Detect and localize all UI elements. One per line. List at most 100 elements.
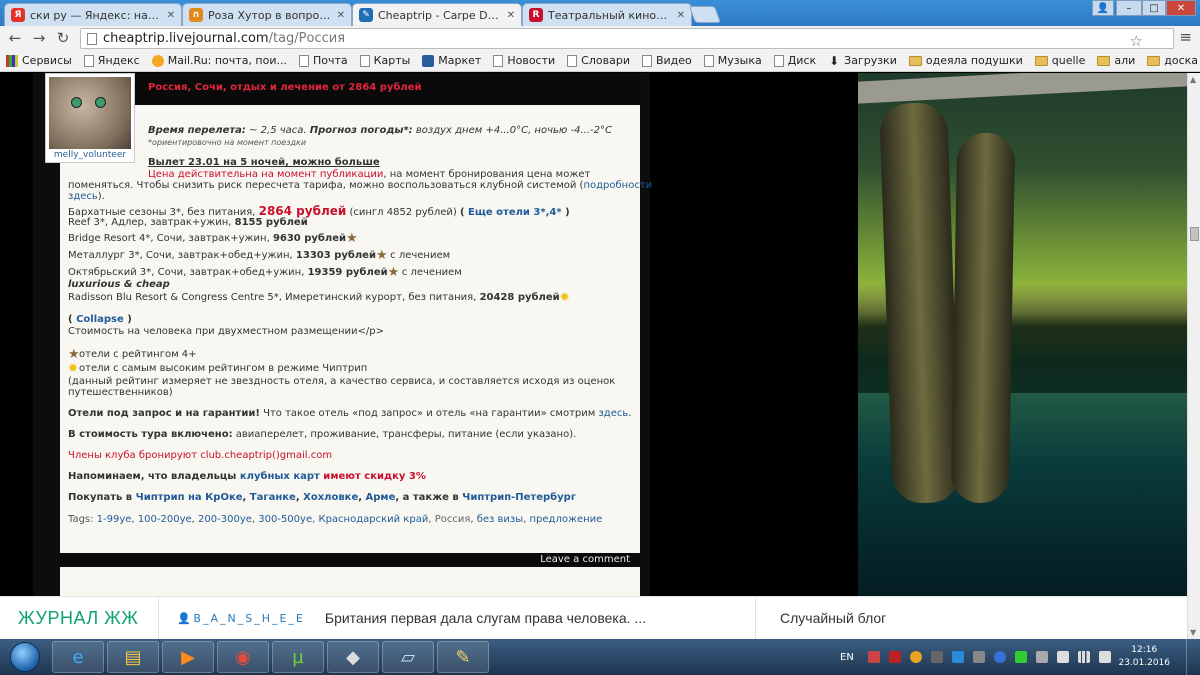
tag-link[interactable]: 1-99уе (97, 514, 132, 525)
office-spb-link[interactable]: Чиптрип-Петербург (462, 492, 576, 503)
office-kroc-link[interactable]: Чиптрип на КрОке (136, 492, 243, 503)
close-window-button[interactable]: ✕ (1166, 0, 1196, 16)
bluetooth-icon[interactable] (993, 651, 1006, 663)
tag-link[interactable]: предложение (530, 514, 603, 525)
maximize-button[interactable]: □ (1142, 0, 1166, 16)
tray-app-icon[interactable] (930, 651, 943, 663)
close-tab-icon[interactable]: ✕ (677, 10, 685, 21)
price-note-text: поменяться. Чтобы снизить риск пересчета… (68, 180, 584, 191)
bookmark-yandex[interactable]: Яндекс (83, 54, 140, 67)
leave-comment-link[interactable]: Leave a comment (540, 554, 630, 565)
details-link[interactable]: подробности (583, 180, 652, 191)
clock[interactable]: 12:16 23.01.2016 (1118, 644, 1170, 670)
more-hotels-link[interactable]: Еще отели 3*,4* (468, 207, 562, 218)
tag-link[interactable]: 300-500уе (258, 514, 312, 525)
back-button[interactable]: ← (3, 29, 27, 47)
buy-line: Покупать в Чиптрип на КрОке, Таганке, Хо… (68, 492, 576, 503)
avatar-username[interactable]: melly_volunteer (49, 150, 131, 160)
bookmark-video[interactable]: Видео (641, 54, 692, 67)
office-khokhlovka-link[interactable]: Хохловке (303, 492, 358, 503)
bookmark-music[interactable]: Музыка (703, 54, 762, 67)
price-note-line-2: поменяться. Чтобы снизить риск пересчета… (68, 180, 652, 191)
post-title[interactable]: Россия, Сочи, отдых и лечение от 2864 ру… (148, 82, 422, 93)
paint-icon[interactable]: ✎ (437, 641, 489, 673)
tray-app-icon[interactable] (867, 651, 880, 663)
close-tab-icon[interactable]: ✕ (337, 10, 345, 21)
bookmark-folder-blankets[interactable]: одеяла подушки (908, 54, 1023, 67)
new-tab-button[interactable] (688, 6, 722, 23)
guarantee-line: Отели под запрос и на гарантии! Что тако… (68, 408, 631, 419)
page-scrollbar[interactable]: ▲ ▼ (1187, 73, 1200, 639)
lj-user-link[interactable]: 👤 B_A_N_S_H_E_E (177, 612, 304, 626)
tag-link[interactable]: Краснодарский край (318, 514, 428, 525)
scroll-up-icon[interactable]: ▲ (1190, 75, 1196, 84)
bookmark-folder-ali[interactable]: али (1097, 54, 1135, 67)
media-icon[interactable]: ▶ (162, 641, 214, 673)
collapse-link[interactable]: Collapse (76, 314, 124, 325)
minimize-button[interactable]: – (1116, 0, 1142, 16)
network-icon[interactable] (1077, 651, 1090, 663)
notepad-icon[interactable]: ▱ (382, 641, 434, 673)
bookmark-label: Карты (373, 54, 411, 67)
forward-button[interactable]: → (27, 29, 51, 47)
tray-app-icon[interactable] (951, 651, 964, 663)
profile-button[interactable]: 👤 (1092, 0, 1114, 16)
close-tab-icon[interactable]: ✕ (167, 10, 175, 21)
scroll-down-icon[interactable]: ▼ (1190, 628, 1196, 637)
tab-roza-khutor[interactable]: ∩ Роза Хутор в вопросах и ✕ (182, 3, 352, 26)
address-bar[interactable]: cheaptrip.livejournal.com/tag/Россия ☆ (80, 28, 1174, 50)
bookmark-maps[interactable]: Карты (359, 54, 411, 67)
tray-app-icon[interactable] (972, 651, 985, 663)
club-cards-link[interactable]: клубных карт (240, 471, 320, 482)
office-taganka-link[interactable]: Таганке (250, 492, 296, 503)
lj-logo[interactable]: ЖУРНАЛ ЖЖ (18, 608, 138, 629)
show-desktop-button[interactable] (1186, 639, 1200, 675)
tags-label: Tags: (68, 514, 97, 525)
tab-yandex[interactable]: Я ски ру — Яндекс: нашлось ✕ (4, 3, 182, 26)
legend-text: отели с самым высоким рейтингом в режиме… (79, 363, 368, 374)
acrobat-icon[interactable] (888, 651, 901, 663)
guarantee-link[interactable]: здесь (598, 408, 628, 419)
close-tab-icon[interactable]: ✕ (507, 10, 515, 21)
bookmark-folder-board[interactable]: доска (1147, 54, 1198, 67)
bookmark-mailru[interactable]: Mail.Ru: почта, пои... (151, 54, 287, 67)
tab-theatre[interactable]: R Театральный киносезон ✕ (522, 3, 692, 26)
tag-link[interactable]: 100-200уе (138, 514, 192, 525)
reload-button[interactable]: ↻ (51, 29, 75, 47)
random-blog-link[interactable]: Случайный блог (780, 610, 886, 626)
volume-icon[interactable] (1098, 651, 1111, 663)
tray-app-icon[interactable] (1035, 651, 1048, 663)
bookmark-news[interactable]: Новости (493, 54, 555, 67)
lj-news-headline[interactable]: Британия первая дала слугам права челове… (325, 610, 646, 626)
bookmark-downloads[interactable]: ⬇ Загрузки (828, 53, 897, 68)
user-avatar-card[interactable]: melly_volunteer (45, 73, 135, 163)
bookmark-label: Новости (507, 54, 556, 67)
tray-app-icon[interactable] (909, 651, 922, 663)
bookmarks-bar: Сервисы Яндекс Mail.Ru: почта, пои... По… (0, 50, 1200, 72)
bookmark-services[interactable]: Сервисы (6, 54, 72, 67)
bookmark-market[interactable]: Маркет (422, 54, 481, 67)
chrome-icon[interactable]: ◉ (217, 641, 269, 673)
ie-icon[interactable]: e (52, 641, 104, 673)
yandex-favicon-icon: Я (11, 8, 25, 22)
bookmark-folder-quelle[interactable]: quelle (1034, 54, 1085, 67)
office-arma-link[interactable]: Арме (366, 492, 396, 503)
bookmark-mail[interactable]: Почта (299, 54, 348, 67)
bookmark-disk[interactable]: Диск (773, 54, 816, 67)
utorrent-tray-icon[interactable] (1014, 651, 1027, 663)
chrome-menu-icon[interactable]: ≡ (1179, 28, 1192, 46)
tab-cheaptrip[interactable]: ✎ Cheaptrip - Carpe Diem - ✕ (352, 3, 522, 26)
language-indicator[interactable]: EN (840, 652, 854, 663)
tag-link[interactable]: 200-300уе (198, 514, 252, 525)
download-icon: ⬇ (829, 53, 840, 68)
start-button[interactable] (2, 639, 48, 675)
scroll-thumb[interactable] (1190, 227, 1199, 241)
battery-icon[interactable] (1056, 651, 1069, 663)
details-here-link[interactable]: здесь (68, 191, 98, 202)
bookmark-dictionaries[interactable]: Словари (567, 54, 630, 67)
bookmark-star-icon[interactable]: ☆ (1130, 32, 1143, 50)
utorrent-icon[interactable]: µ (272, 641, 324, 673)
tag-link[interactable]: без визы (477, 514, 523, 525)
app-icon[interactable]: ◆ (327, 641, 379, 673)
explorer-icon[interactable]: ▤ (107, 641, 159, 673)
